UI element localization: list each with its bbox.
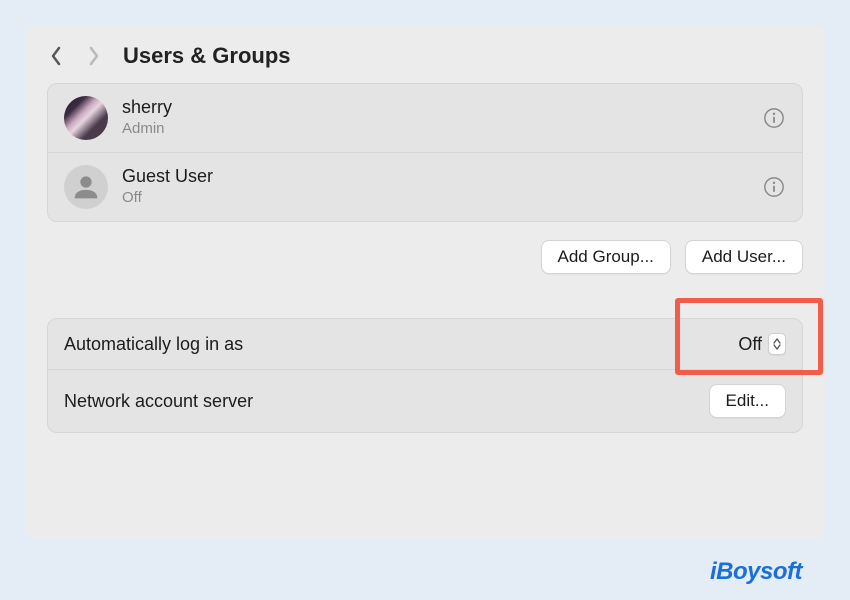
network-server-label: Network account server xyxy=(64,391,253,412)
info-button[interactable] xyxy=(762,106,786,130)
auto-login-label: Automatically log in as xyxy=(64,334,243,355)
user-role: Off xyxy=(122,188,748,208)
page-title: Users & Groups xyxy=(123,43,291,69)
user-row-guest[interactable]: Guest User Off xyxy=(48,152,802,221)
edit-button[interactable]: Edit... xyxy=(709,384,786,418)
guest-user-icon xyxy=(69,170,103,204)
user-info: Guest User Off xyxy=(122,166,748,207)
network-server-row: Network account server Edit... xyxy=(48,369,802,432)
avatar-photo-icon xyxy=(64,96,108,140)
user-row-sherry[interactable]: sherry Admin xyxy=(48,84,802,152)
info-button[interactable] xyxy=(762,175,786,199)
add-user-button[interactable]: Add User... xyxy=(685,240,803,274)
auto-login-row: Automatically log in as Off xyxy=(48,319,802,369)
user-info: sherry Admin xyxy=(122,97,748,138)
back-button[interactable] xyxy=(47,47,65,65)
add-group-button[interactable]: Add Group... xyxy=(541,240,671,274)
login-settings: Automatically log in as Off Network acco… xyxy=(47,318,803,433)
watermark: iBoysoft xyxy=(710,558,802,586)
auto-login-select[interactable]: Off xyxy=(738,333,786,355)
user-role: Admin xyxy=(122,119,748,139)
action-buttons: Add Group... Add User... xyxy=(25,222,825,274)
avatar xyxy=(64,165,108,209)
user-name: Guest User xyxy=(122,166,748,188)
forward-button[interactable] xyxy=(85,47,103,65)
user-name: sherry xyxy=(122,97,748,119)
chevron-up-down-icon xyxy=(768,333,786,355)
settings-panel: Users & Groups sherry Admin Guest User O… xyxy=(25,25,825,540)
avatar xyxy=(64,96,108,140)
auto-login-value: Off xyxy=(738,334,762,355)
users-list: sherry Admin Guest User Off xyxy=(47,83,803,222)
panel-header: Users & Groups xyxy=(25,25,825,83)
